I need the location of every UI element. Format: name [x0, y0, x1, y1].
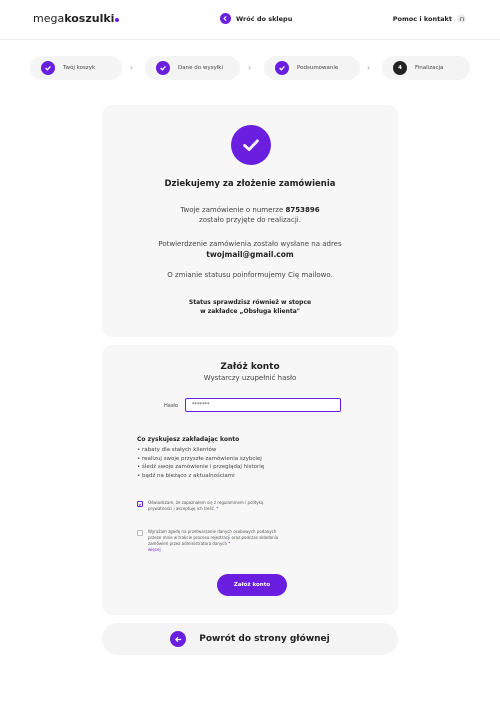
- benefits-title: Co zyskujesz zakładając konto: [137, 436, 240, 443]
- password-label: Hasło: [164, 403, 178, 409]
- data-processing-consent: Wyrażam zgodę na przetwarzanie danych os…: [137, 529, 287, 553]
- status-check-note: Status sprawdzisz również w stopce w zak…: [102, 298, 398, 316]
- check-icon: [275, 61, 289, 75]
- step-finalization: 4 Finalizacja: [382, 56, 470, 80]
- list-item: • rabaty dla stałych klientów: [137, 447, 217, 453]
- status-info: O zmianie statusu poinformujemy Cię mail…: [167, 271, 333, 279]
- data-consent-text: Wyrażam zgodę na przetwarzanie danych os…: [148, 529, 287, 553]
- step-label: Twój koszyk: [63, 65, 96, 71]
- check-icon: [156, 61, 170, 75]
- list-item: • bądź na bieżąco z aktualnościami: [137, 472, 235, 479]
- create-account-title: Załóż konto: [220, 362, 280, 372]
- terms-consent: Oświadczam, że zapoznałem się z regulami…: [137, 500, 287, 512]
- logo-dot-icon: [115, 18, 120, 22]
- step-label: Dane do wysyłki: [178, 65, 223, 71]
- help-contact-label: Pomoc i kontakt: [392, 14, 452, 23]
- email-note: Potwierdzenie zamówienia zostało wysłane…: [158, 240, 342, 248]
- customer-email: twojmail@gmail.com: [206, 250, 294, 259]
- step-shipping[interactable]: Dane do wysyłki: [145, 56, 240, 80]
- arrow-left-icon: [220, 13, 231, 24]
- order-confirmation-card: Dziekujemy za złożenie zamówienia Twoje …: [102, 105, 398, 337]
- logo-light: mega: [33, 12, 65, 25]
- order-number: 8753896: [285, 206, 320, 214]
- back-to-home-button[interactable]: Powrót do strony głównej: [102, 623, 398, 655]
- order-accepted-line: zostało przyjęte do realizacji.: [199, 216, 301, 224]
- headset-icon: [457, 14, 466, 23]
- thank-you-title: Dziekujemy za złożenie zamówienia: [164, 179, 336, 189]
- more-link[interactable]: więcej: [148, 547, 161, 552]
- step-number: 4: [393, 61, 407, 75]
- chevron-right-icon: ›: [248, 63, 252, 72]
- create-account-subtitle: Wystarczy uzupełnić hasło: [203, 374, 297, 382]
- status-check-line-1: Status sprawdzisz również w stopce: [188, 299, 312, 306]
- success-check-icon: [231, 125, 271, 165]
- benefits-list: • rabaty dla stałych klientów • realizuj…: [137, 446, 264, 480]
- order-number-line: Twoje zamówienie o numerze 8753896: [102, 205, 398, 215]
- create-account-button[interactable]: Załóż konto: [217, 574, 287, 596]
- back-to-home-label: Powrót do strony głównej: [199, 634, 330, 644]
- back-to-shop-label: Wróć do sklepu: [236, 14, 293, 23]
- step-summary[interactable]: Podsumowanie: [264, 56, 360, 80]
- list-item: • realizuj swoje przyszłe zamówienia szy…: [137, 455, 262, 462]
- order-line-prefix: Twoje zamówienie o numerze: [180, 206, 284, 214]
- check-icon: [41, 61, 55, 75]
- logo[interactable]: megakoszulki: [33, 12, 120, 25]
- password-input[interactable]: *******: [185, 398, 341, 412]
- required-mark: *: [216, 506, 219, 511]
- logo-bold: koszulki: [64, 12, 115, 25]
- top-header: megakoszulki Wróć do sklepu Pomoc i kont…: [0, 0, 500, 40]
- checkout-steps: Twój koszyk › Dane do wysyłki › Podsumow…: [30, 56, 470, 80]
- list-item: • śledź swoje zamówienie i przeglądaj hi…: [137, 464, 265, 470]
- terms-consent-text: Oświadczam, że zapoznałem się z regulami…: [148, 500, 287, 512]
- required-mark: *: [228, 541, 231, 546]
- terms-consent-label: Oświadczam, że zapoznałem się z regulami…: [148, 500, 264, 511]
- chevron-right-icon: ›: [130, 63, 134, 72]
- terms-checkbox[interactable]: [137, 501, 143, 507]
- step-cart[interactable]: Twój koszyk: [30, 56, 122, 80]
- step-label: Finalizacja: [415, 65, 444, 71]
- create-account-card: Załóż konto Wystarczy uzupełnić hasło Ha…: [102, 345, 398, 615]
- status-check-line-2: w zakładce „Obsługa klienta": [200, 308, 300, 315]
- chevron-right-icon: ›: [367, 63, 371, 72]
- data-processing-checkbox[interactable]: [137, 530, 143, 536]
- back-to-shop-link[interactable]: Wróć do sklepu: [220, 13, 292, 24]
- step-label: Podsumowanie: [297, 65, 339, 71]
- help-contact-link[interactable]: Pomoc i kontakt: [393, 14, 466, 23]
- arrow-left-icon: [170, 631, 187, 647]
- data-consent-label: Wyrażam zgodę na przetwarzanie danych os…: [148, 529, 279, 546]
